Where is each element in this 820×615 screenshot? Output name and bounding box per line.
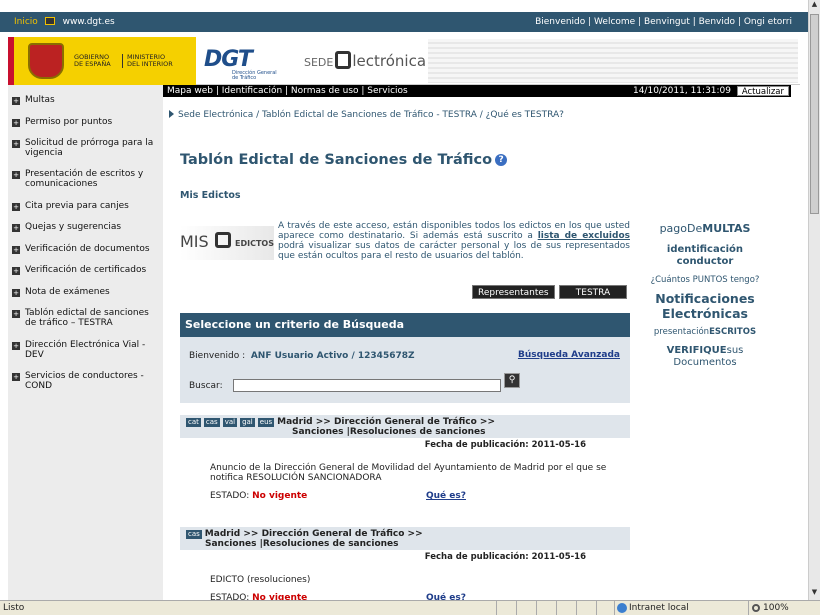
plus-icon: + — [12, 97, 20, 105]
plus-icon: + — [12, 140, 20, 148]
sidebar: + Multas + Permiso por puntos + Solicitud d… — [8, 85, 163, 600]
search-button[interactable]: ⚲ — [504, 373, 520, 388]
advanced-search-link[interactable]: Búsqueda Avanzada — [518, 350, 620, 360]
result-text: Anuncio de la Dirección General de Movil… — [210, 463, 607, 483]
excluidos-link[interactable]: lista de excluidos — [538, 231, 630, 241]
sidebar-item-permiso-puntos[interactable]: + Permiso por puntos — [12, 117, 162, 128]
site-link[interactable]: www.dgt.es — [63, 17, 115, 27]
publication-date: Fecha de publicación: 2011-05-16 — [424, 552, 586, 562]
result-header[interactable]: cat cas val gal eus Madrid >> Dirección Gener… — [180, 415, 630, 438]
pago-multas-link[interactable]: pagoDeMULTAS — [646, 222, 764, 235]
result-text: EDICTO (resoluciones) — [210, 575, 311, 585]
plus-icon: + — [12, 342, 20, 350]
plus-icon: + — [12, 171, 20, 179]
plus-icon: + — [12, 289, 20, 297]
plus-icon: + — [12, 224, 20, 232]
header-banner: GOBIERNO DE ESPAÑA MINISTERIO DEL INTERI… — [8, 37, 800, 85]
browser-window: Inicio www.dgt.es Bienvenido | Welcome |… — [0, 0, 820, 615]
lang-tag[interactable]: eus — [257, 418, 275, 427]
coat-of-arms-icon — [28, 43, 64, 79]
list-item: cat cas val gal eus Madrid >> Dirección Gener… — [180, 415, 630, 501]
sidebar-item-testra[interactable]: + Tablón edictal de sanciones de tráfico … — [12, 308, 162, 328]
scroll-thumb[interactable] — [810, 14, 819, 214]
result-header[interactable]: cas Madrid >> Dirección General de Tráfic… — [180, 527, 630, 550]
right-links-column: pagoDeMULTAS identificación conductor ¿C… — [646, 222, 764, 369]
decorative-stripes — [428, 39, 798, 83]
plus-icon: + — [12, 119, 20, 127]
help-icon[interactable]: ? — [495, 154, 508, 166]
sidebar-item-prorroga[interactable]: + Solicitud de prórroga para la vigencia — [12, 138, 162, 158]
publication-date: Fecha de publicación: 2011-05-16 — [424, 440, 586, 450]
plus-icon: + — [12, 373, 20, 381]
notificaciones-link[interactable]: Notificaciones Electrónicas — [646, 291, 764, 321]
inicio-link[interactable]: Inicio — [14, 17, 38, 27]
list-item: cas Madrid >> Dirección General de Tráfic… — [180, 527, 630, 603]
vertical-scrollbar[interactable]: ▲ ▼ — [808, 0, 820, 600]
plus-icon: + — [12, 246, 20, 254]
plus-icon: + — [12, 310, 20, 318]
status-text: Listo — [3, 603, 25, 613]
datetime: 14/10/2011, 11:31:09 — [632, 86, 731, 96]
nav-links[interactable]: Mapa web | Identificación | Normas de us… — [167, 85, 408, 97]
sidebar-item-cond[interactable]: + Servicios de conductores - COND — [12, 371, 162, 391]
e-box-icon — [215, 232, 231, 248]
sidebar-item-verif-certificados[interactable]: + Verificación de certificados — [12, 265, 162, 276]
lang-tag[interactable]: val — [222, 418, 238, 427]
identificacion-conductor-link[interactable]: identificación conductor — [646, 244, 764, 268]
sidebar-item-cita-previa[interactable]: + Cita previa para canjes — [12, 201, 162, 212]
nav-bar: Mapa web | Identificación | Normas de us… — [163, 85, 791, 97]
arrow-icon — [169, 110, 174, 118]
buscar-label: Buscar: — [189, 381, 223, 391]
zoom-level[interactable]: 100% — [748, 601, 789, 615]
verifique-documentos-link[interactable]: VERIFIQUEsus Documentos — [646, 345, 764, 369]
search-panel-title: Seleccione un criterio de Búsqueda — [180, 313, 630, 337]
lang-tag[interactable]: cas — [186, 530, 202, 539]
scroll-down-icon[interactable]: ▼ — [809, 588, 820, 600]
magnifier-icon: ⚲ — [508, 375, 516, 385]
sede-electronica-logo[interactable]: SEDE lectrónica — [304, 51, 426, 70]
welcome-line: Bienvenido : ANF Usuario Activo / 123456… — [189, 351, 415, 361]
sidebar-item-multas[interactable]: + Multas — [12, 95, 162, 106]
security-zone: Intranet local — [614, 601, 734, 615]
result-state: ESTADO: No vigente Qué es? — [210, 491, 466, 501]
sidebar-item-dev[interactable]: + Dirección Electrónica Vial - DEV — [12, 340, 162, 360]
lang-tag[interactable]: gal — [240, 418, 255, 427]
search-panel: Seleccione un criterio de Búsqueda Bienv… — [180, 313, 630, 403]
plus-icon: + — [12, 203, 20, 211]
lang-tag[interactable]: cat — [186, 418, 201, 427]
lang-tag[interactable]: cas — [203, 418, 220, 427]
gobierno-logo[interactable]: GOBIERNO DE ESPAÑA MINISTERIO DEL INTERI… — [8, 37, 196, 85]
scroll-up-icon[interactable]: ▲ — [809, 0, 820, 12]
sidebar-item-nota-examenes[interactable]: + Nota de exámenes — [12, 287, 162, 298]
sidebar-item-verif-documentos[interactable]: + Verificación de documentos — [12, 244, 162, 255]
mis-edictos-heading: Mis Edictos — [180, 190, 241, 201]
mis-edictos-logo[interactable]: MIS EDICTOS — [180, 226, 274, 260]
sidebar-item-escritos[interactable]: + Presentación de escritos y comunicacion… — [12, 169, 162, 189]
sidebar-item-quejas[interactable]: + Quejas y sugerencias — [12, 222, 162, 233]
que-es-link[interactable]: Qué es? — [426, 491, 466, 501]
top-bar: Inicio www.dgt.es Bienvenido | Welcome |… — [0, 12, 808, 32]
intro-text: A través de este acceso, están disponibl… — [278, 221, 630, 261]
flag-icon — [44, 17, 55, 25]
breadcrumb[interactable]: Sede Electrónica / Tablón Edictal de San… — [169, 110, 564, 120]
page-title: Tablón Edictal de Sanciones de Tráfico? — [180, 152, 508, 168]
cuantos-puntos-link[interactable]: ¿Cuántos PUNTOS tengo? — [646, 275, 764, 285]
status-bar: Listo Intranet local 100% — [0, 600, 820, 615]
representantes-button[interactable]: Representantes — [472, 285, 555, 299]
search-input[interactable] — [233, 379, 501, 392]
dgt-logo[interactable]: DGT Dirección General de Tráfico — [204, 47, 282, 81]
e-box-icon — [335, 51, 352, 69]
testra-button[interactable]: TESTRA — [559, 285, 627, 299]
presentacion-escritos-link[interactable]: presentaciónESCRITOS — [646, 327, 764, 337]
refresh-button[interactable]: Actualizar — [736, 86, 789, 97]
plus-icon: + — [12, 267, 20, 275]
language-links[interactable]: Bienvenido | Welcome | Benvingut | Benvi… — [535, 17, 792, 27]
